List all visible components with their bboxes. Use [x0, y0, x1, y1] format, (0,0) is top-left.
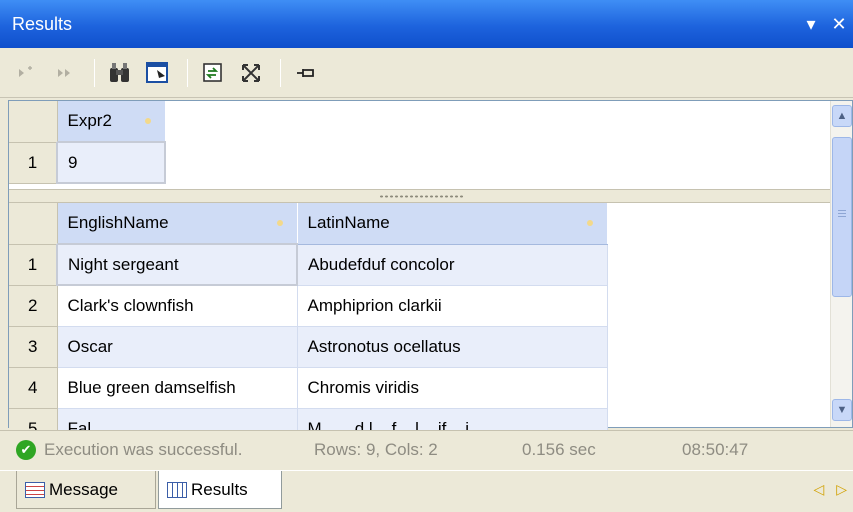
close-icon[interactable]: ✕: [825, 0, 853, 48]
toolbar: [0, 48, 853, 98]
tab-scroll-arrows[interactable]: ◁ ▷: [813, 481, 847, 498]
table-cell[interactable]: 9: [56, 141, 166, 184]
pin-icon[interactable]: [289, 56, 323, 90]
table-cell[interactable]: Night sergeant: [56, 243, 298, 286]
column-header-englishname[interactable]: EnglishName: [57, 203, 298, 245]
scroll-left-icon[interactable]: ◁: [813, 481, 824, 498]
corner-cell: [9, 203, 58, 245]
status-rows-cols: Rows: 9, Cols: 2: [314, 439, 438, 459]
table-cell[interactable]: Amphiprion clarkii: [297, 285, 608, 327]
sort-indicator-icon: [276, 220, 283, 226]
table-row[interactable]: 2 Clark's clownfish Amphiprion clarkii: [9, 285, 608, 327]
result-table-fish: EnglishName LatinName 1 Night sergeant A…: [9, 203, 608, 450]
row-number: 1: [9, 244, 58, 286]
status-duration: 0.156 sec: [522, 439, 596, 459]
table-row[interactable]: 4 Blue green damselfish Chromis viridis: [9, 367, 608, 409]
table-cell[interactable]: Chromis viridis: [297, 367, 608, 409]
toolbar-separator: [94, 58, 95, 87]
grid-icon: [167, 481, 187, 498]
tab-label: Message: [49, 479, 118, 499]
status-message: Execution was successful.: [44, 439, 243, 459]
find-icon[interactable]: [103, 56, 137, 90]
step-into-icon[interactable]: [10, 56, 44, 90]
message-icon: [25, 481, 45, 498]
table-row[interactable]: 1 Night sergeant Abudefduf concolor: [9, 243, 608, 286]
sort-indicator-icon: [144, 118, 151, 124]
table-cell[interactable]: Abudefduf concolor: [297, 244, 608, 286]
result-table-expr: Expr2 1 9: [9, 101, 166, 184]
header-row: EnglishName LatinName: [9, 203, 608, 245]
row-number: 1: [9, 142, 58, 184]
column-header-label: LatinName: [307, 213, 390, 233]
success-check-icon: ✔: [16, 439, 36, 460]
table-cell[interactable]: Clark's clownfish: [57, 285, 298, 327]
pane-splitter[interactable]: [9, 189, 834, 203]
corner-cell: [9, 101, 58, 143]
tab-results[interactable]: Results: [158, 471, 282, 509]
table-cell[interactable]: Oscar: [57, 326, 298, 368]
sort-indicator-icon: [586, 220, 593, 226]
row-number: 3: [9, 326, 58, 368]
column-header-label: Expr2: [67, 111, 112, 130]
status-time: 08:50:47: [682, 439, 749, 459]
row-number: 2: [9, 285, 58, 327]
window-title: Results: [12, 13, 73, 34]
scroll-right-icon[interactable]: ▷: [836, 481, 847, 498]
clear-icon[interactable]: [141, 56, 175, 90]
tab-label: Results: [191, 479, 248, 499]
results-grid-area: Expr2 1 9 EnglishName LatinName 1 Night …: [8, 100, 853, 450]
expand-icon[interactable]: [234, 56, 268, 90]
run-icon[interactable]: [48, 56, 82, 90]
toolbar-separator: [280, 58, 281, 87]
table-cell[interactable]: Blue green damselfish: [57, 367, 298, 409]
status-bar: ✔ Execution was successful. Rows: 9, Col…: [0, 430, 853, 468]
menu-dropdown-icon[interactable]: ▾: [797, 0, 825, 48]
bottom-tab-bar: Message Results ◁ ▷: [0, 470, 853, 512]
title-bar: Results ▾ ✕: [0, 0, 853, 48]
scroll-down-icon[interactable]: ▼: [832, 399, 852, 421]
toolbar-separator: [187, 58, 188, 87]
column-header-expr2[interactable]: Expr2: [57, 101, 166, 143]
export-icon[interactable]: [196, 56, 230, 90]
vertical-scrollbar[interactable]: ▲ ▼: [830, 101, 852, 427]
splitter-grip-icon: [379, 195, 463, 198]
scroll-thumb[interactable]: [832, 137, 852, 297]
table-row[interactable]: 1 9: [9, 141, 166, 184]
row-number: 4: [9, 367, 58, 409]
column-header-latinname[interactable]: LatinName: [297, 203, 608, 245]
table-cell[interactable]: Astronotus ocellatus: [297, 326, 608, 368]
scroll-up-icon[interactable]: ▲: [832, 105, 852, 127]
header-row: Expr2: [9, 101, 166, 143]
tab-message[interactable]: Message: [16, 471, 156, 509]
column-header-label: EnglishName: [67, 213, 169, 232]
table-row[interactable]: 3 Oscar Astronotus ocellatus: [9, 326, 608, 368]
